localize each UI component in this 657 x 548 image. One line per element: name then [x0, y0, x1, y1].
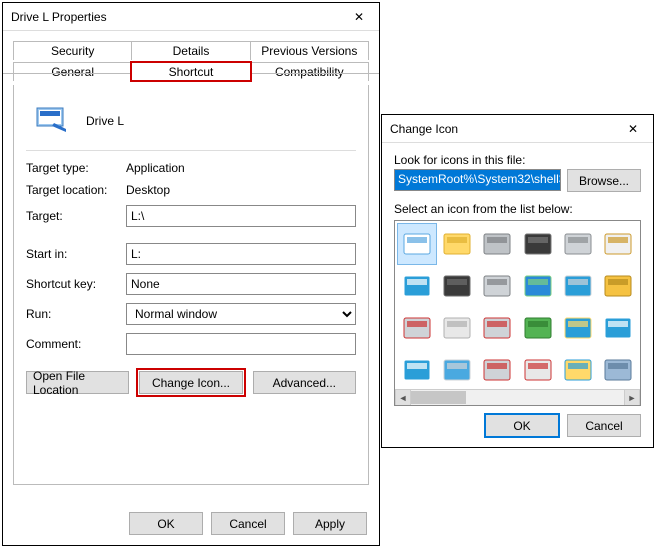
change-icon-button[interactable]: Change Icon... [139, 371, 242, 394]
comment-input[interactable] [126, 333, 356, 355]
tab-previous-versions[interactable]: Previous Versions [250, 41, 369, 60]
icon-scrollbar[interactable]: ◄ ► [395, 389, 640, 405]
label-target-type: Target type: [26, 161, 126, 175]
icon-picker: ◄ ► [394, 220, 641, 406]
label-target-location: Target location: [26, 183, 126, 197]
advanced-button[interactable]: Advanced... [253, 371, 356, 394]
shortcut-key-input[interactable] [126, 273, 356, 295]
floppy-icon[interactable] [437, 265, 477, 307]
browse-button[interactable]: Browse... [567, 169, 641, 192]
close-icon: ✕ [354, 10, 364, 24]
tab-general[interactable]: General [13, 62, 132, 81]
label-start-in: Start in: [26, 247, 126, 261]
label-look-for-icons: Look for icons in this file: [394, 153, 525, 167]
dlg-ok-button[interactable]: OK [485, 414, 559, 437]
connect-icon[interactable] [558, 307, 598, 349]
window-blue-icon[interactable] [397, 349, 437, 389]
cancel-button[interactable]: Cancel [211, 512, 285, 535]
value-target-location: Desktop [126, 183, 170, 197]
scroll-left-icon[interactable]: ◄ [395, 390, 411, 405]
scroll-thumb[interactable] [411, 391, 466, 404]
open-file-location-button[interactable]: Open File Location [26, 371, 129, 394]
label-select-icon: Select an icon from the list below: [394, 202, 641, 216]
tab-security[interactable]: Security [13, 41, 132, 60]
cd-icon[interactable] [437, 307, 477, 349]
search-icon[interactable] [598, 349, 638, 389]
drive-blue2-icon[interactable] [558, 265, 598, 307]
drive-red-icon[interactable] [477, 307, 517, 349]
change-icon-dialog: Change Icon ✕ Look for icons in this fil… [381, 114, 654, 448]
drive-x-icon[interactable] [477, 349, 517, 389]
globe-icon[interactable] [518, 265, 558, 307]
properties-close-button[interactable]: ✕ [339, 3, 379, 30]
tab-shortcut[interactable]: Shortcut [131, 62, 250, 81]
drive-net-icon[interactable] [397, 307, 437, 349]
properties-window: Drive L Properties ✕ Security Details Pr… [2, 2, 380, 546]
drive-icon[interactable] [477, 265, 517, 307]
start-in-input[interactable] [126, 243, 356, 265]
drive-open-icon[interactable] [477, 223, 517, 265]
disc-x-icon[interactable] [518, 349, 558, 389]
target-input[interactable] [126, 205, 356, 227]
network-window-icon[interactable] [598, 307, 638, 349]
change-icon-titlebar[interactable]: Change Icon ✕ [382, 115, 653, 143]
tabs-container: Security Details Previous Versions Gener… [13, 41, 369, 85]
run-select[interactable]: Normal window [126, 303, 356, 325]
shortcut-panel: Drive L Target type: Application Target … [13, 85, 369, 485]
label-run: Run: [26, 307, 126, 321]
file-icon[interactable] [397, 223, 437, 265]
scroll-right-icon[interactable]: ► [624, 390, 640, 405]
label-shortcut-key: Shortcut key: [26, 277, 126, 291]
dlg-cancel-button[interactable]: Cancel [567, 414, 641, 437]
apply-button[interactable]: Apply [293, 512, 367, 535]
change-icon-footer: OK Cancel [485, 414, 641, 437]
ok-button[interactable]: OK [129, 512, 203, 535]
label-target: Target: [26, 209, 126, 223]
drive-grey-icon[interactable] [558, 223, 598, 265]
shortcut-name: Drive L [86, 114, 124, 128]
change-icon-close-button[interactable]: ✕ [613, 115, 653, 142]
close-icon: ✕ [628, 122, 638, 136]
gear-icon[interactable] [598, 265, 638, 307]
cpu-chip-icon[interactable] [518, 223, 558, 265]
properties-title: Drive L Properties [11, 10, 107, 24]
icon-path-input[interactable]: SystemRoot%\System32\shell32.dll [394, 169, 561, 191]
tab-details[interactable]: Details [131, 41, 250, 60]
change-icon-title: Change Icon [390, 122, 458, 136]
properties-footer: OK Cancel Apply [129, 512, 367, 535]
tree-icon[interactable] [558, 349, 598, 389]
tab-compatibility[interactable]: Compatibility [250, 62, 369, 81]
drive-icon [36, 105, 68, 136]
folder-icon[interactable] [437, 223, 477, 265]
monitor-blue-icon[interactable] [397, 265, 437, 307]
floppy-hd-icon[interactable] [437, 349, 477, 389]
remove-program-icon[interactable] [598, 223, 638, 265]
properties-titlebar[interactable]: Drive L Properties ✕ [3, 3, 379, 31]
label-comment: Comment: [26, 337, 126, 351]
value-target-type: Application [126, 161, 185, 175]
ram-icon[interactable] [518, 307, 558, 349]
